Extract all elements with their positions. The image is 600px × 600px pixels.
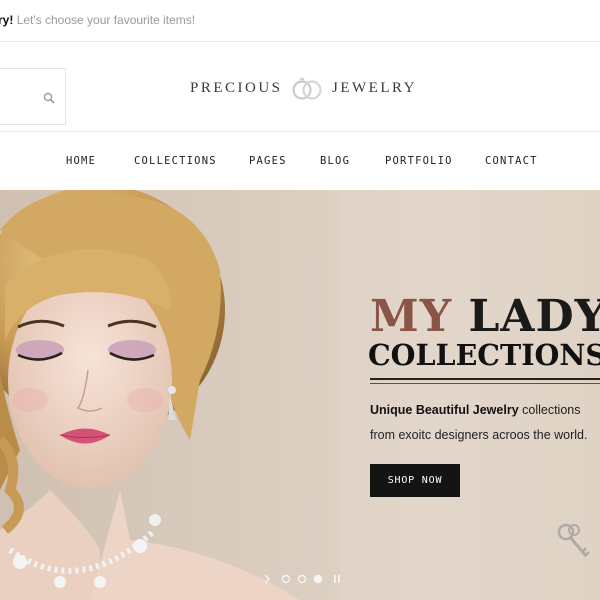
search-icon[interactable] bbox=[43, 92, 55, 104]
search-input[interactable] bbox=[0, 68, 66, 125]
hero-slider: MY LADY COLLECTIONS Unique Beautiful Jew… bbox=[0, 190, 600, 600]
slider-dot-2[interactable] bbox=[297, 574, 307, 584]
slider-pagination bbox=[264, 574, 340, 584]
hero-headline: MY LADY bbox=[370, 295, 600, 339]
site-header: PRECIOUS JEWELRY bbox=[0, 42, 600, 132]
hero-headline-accent: MY bbox=[370, 291, 453, 342]
logo-word-jewelry: JEWELRY bbox=[332, 80, 417, 96]
shop-now-button[interactable]: SHOP NOW bbox=[370, 464, 460, 497]
announcement-strong: ry! bbox=[0, 13, 14, 27]
hero-description-line1: Unique Beautiful Jewelry collections bbox=[370, 403, 581, 417]
main-nav: HOME COLLECTIONS PAGES BLOG PORTFOLIO CO… bbox=[0, 132, 600, 190]
nav-item-contact[interactable]: CONTACT bbox=[485, 155, 538, 167]
announcement-text: ry! Let's choose your favourite items! bbox=[0, 13, 195, 27]
hero-description-bold: Unique Beautiful Jewelry bbox=[370, 403, 519, 417]
hero-model-image bbox=[0, 190, 340, 600]
hero-description-rest: collections bbox=[518, 403, 581, 417]
hero-divider-thick bbox=[370, 378, 600, 380]
hero-divider-thin bbox=[370, 383, 600, 384]
nav-item-portfolio[interactable]: PORTFOLIO bbox=[385, 155, 453, 167]
slider-dot-1[interactable] bbox=[281, 574, 291, 584]
nav-item-pages[interactable]: PAGES bbox=[249, 155, 287, 167]
announcement-message: Let's choose your favourite items! bbox=[16, 13, 196, 27]
slider-prev-arrow-icon[interactable] bbox=[264, 574, 271, 584]
slider-dot-3[interactable] bbox=[313, 574, 323, 584]
keys-icon bbox=[557, 523, 590, 557]
hero-subheadline: COLLECTIONS bbox=[368, 338, 600, 372]
site-logo[interactable]: PRECIOUS JEWELRY bbox=[190, 76, 420, 102]
hero-headline-dark: LADY bbox=[468, 291, 600, 342]
announcement-bar: ry! Let's choose your favourite items! bbox=[0, 0, 600, 42]
nav-item-home[interactable]: HOME bbox=[66, 155, 96, 167]
logo-word-precious: PRECIOUS bbox=[190, 80, 283, 96]
nav-item-collections[interactable]: COLLECTIONS bbox=[134, 155, 217, 167]
slider-pause-icon[interactable] bbox=[334, 575, 336, 583]
hero-description-line2: from exoitc designers acroos the world. bbox=[370, 428, 588, 442]
nav-item-blog[interactable]: BLOG bbox=[320, 155, 350, 167]
rings-icon bbox=[292, 77, 322, 100]
